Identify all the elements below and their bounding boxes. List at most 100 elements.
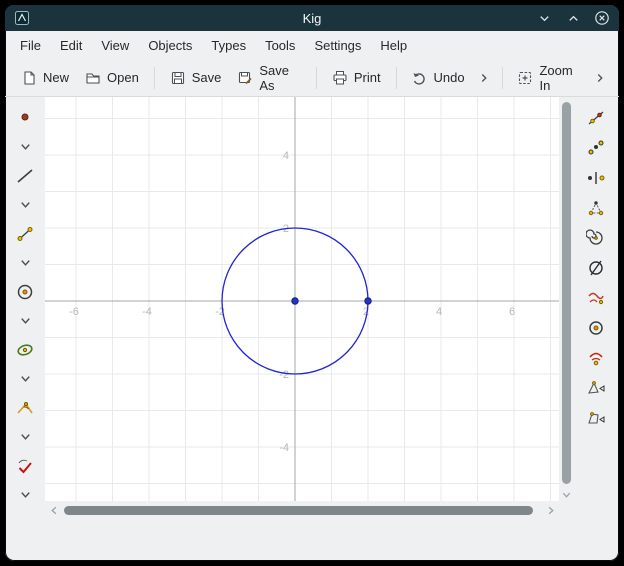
zoom-in-button[interactable]: Zoom In [509,59,589,97]
print-icon [332,70,348,86]
inversion-tool-button[interactable] [585,259,607,281]
chevron-down-icon [18,255,33,275]
save-button-label: Save [192,70,222,85]
menu-objects[interactable]: Objects [148,38,192,53]
point-tools-expander[interactable] [14,138,36,160]
similar-triangle-tool-button[interactable] [585,379,607,401]
save-as-button[interactable]: Save As [229,59,309,97]
similar-triangle-icon [586,378,606,403]
svg-text:-2: -2 [279,369,289,381]
angle-icon [15,398,35,423]
scroll-down-icon[interactable] [560,488,572,500]
similar-polygon-tool-button[interactable] [585,409,607,431]
circle-icon [15,282,35,307]
vertical-scrollbar[interactable] [559,97,573,561]
chevron-down-icon [18,139,33,159]
angle-tool-button[interactable] [14,399,36,421]
line-tools-expander[interactable] [14,196,36,218]
similar-polygon-icon [586,408,606,433]
circle-tool-button[interactable] [14,283,36,305]
menu-edit[interactable]: Edit [60,38,82,53]
circle-center-tool-button[interactable] [585,319,607,341]
new-document-icon [21,70,37,86]
close-button[interactable] [594,10,610,26]
horizontal-scroll-track[interactable] [63,506,541,515]
vertical-scroll-thumb[interactable] [562,102,571,484]
circle-with-center-icon [586,318,606,343]
zoom-in-icon [517,70,533,86]
conic-ellipse-icon [15,340,35,365]
svg-text:4: 4 [283,150,289,162]
triangle-points-tool-button[interactable] [585,199,607,221]
save-as-button-label: Save As [259,63,301,93]
main-area: -6-4-224642-2-4 [5,97,619,561]
new-button-label: New [43,70,69,85]
menu-types[interactable]: Types [211,38,246,53]
point-on-segment-icon [586,168,606,193]
svg-text:4: 4 [436,306,442,318]
three-points-tool-button[interactable] [585,139,607,161]
line-two-points-tool-button[interactable] [585,109,607,131]
red-arcs-icon [586,288,606,313]
conic-tool-button[interactable] [14,341,36,363]
three-points-icon [586,138,606,163]
arc-point-tool-button[interactable] [585,349,607,371]
rotation-tool-button[interactable] [585,229,607,251]
maximize-button[interactable] [565,10,581,26]
minimize-button[interactable] [536,10,552,26]
test-tools-expander[interactable] [14,486,36,508]
scroll-left-icon[interactable] [48,504,60,516]
svg-text:-4: -4 [279,442,289,454]
left-toolbar [5,97,45,561]
undo-button[interactable]: Undo [403,66,472,90]
window-title: Kig [5,11,619,26]
zoom-in-button-label: Zoom In [539,63,581,93]
menu-tools[interactable]: Tools [265,38,295,53]
check-test-icon [15,456,35,481]
desktop-background: Kig File Edit View Objects Types Tools S… [0,0,624,566]
toolbar-overflow-icon[interactable] [473,71,495,85]
horizontal-scroll-thumb[interactable] [64,506,533,515]
open-folder-icon [85,70,101,86]
conic-tools-expander[interactable] [14,370,36,392]
svg-text:-6: -6 [69,306,79,318]
kig-window: Kig File Edit View Objects Types Tools S… [5,5,619,561]
toolbar-separator [396,67,397,89]
svg-text:6: 6 [509,306,515,318]
open-button[interactable]: Open [77,66,147,90]
arc-tool-button[interactable] [585,289,607,311]
geometry-canvas[interactable]: -6-4-224642-2-4 [45,97,559,501]
save-as-icon [237,70,253,86]
undo-icon [411,70,427,86]
line-icon [15,166,35,191]
svg-text:-4: -4 [142,306,152,318]
line-tool-button[interactable] [14,167,36,189]
menu-settings[interactable]: Settings [314,38,361,53]
test-tool-button[interactable] [14,457,36,479]
canvas-column: -6-4-224642-2-4 [45,97,559,561]
titlebar[interactable]: Kig [5,5,619,31]
open-button-label: Open [107,70,139,85]
circle-tools-expander[interactable] [14,312,36,334]
menu-view[interactable]: View [101,38,129,53]
menubar: File Edit View Objects Types Tools Setti… [5,31,619,59]
toolbar-separator [502,67,503,89]
toolbar-overflow-icon[interactable] [589,71,611,85]
point-on-segment-tool-button[interactable] [585,169,607,191]
arc-with-point-icon [586,348,606,373]
scroll-right-icon[interactable] [544,504,556,516]
angle-tools-expander[interactable] [14,428,36,450]
vertical-scroll-track[interactable] [562,100,571,486]
rotation-spiral-icon [586,228,606,253]
print-button[interactable]: Print [324,66,389,90]
menu-file[interactable]: File [20,38,41,53]
triangle-points-icon [586,198,606,223]
point-tool-button[interactable] [14,109,36,131]
toolbar: New Open Save Save As Print [5,59,619,97]
menu-help[interactable]: Help [380,38,407,53]
segment-tool-button[interactable] [14,225,36,247]
horizontal-scrollbar[interactable] [45,501,559,519]
segment-tools-expander[interactable] [14,254,36,276]
save-button[interactable]: Save [162,66,230,90]
new-button[interactable]: New [13,66,77,90]
